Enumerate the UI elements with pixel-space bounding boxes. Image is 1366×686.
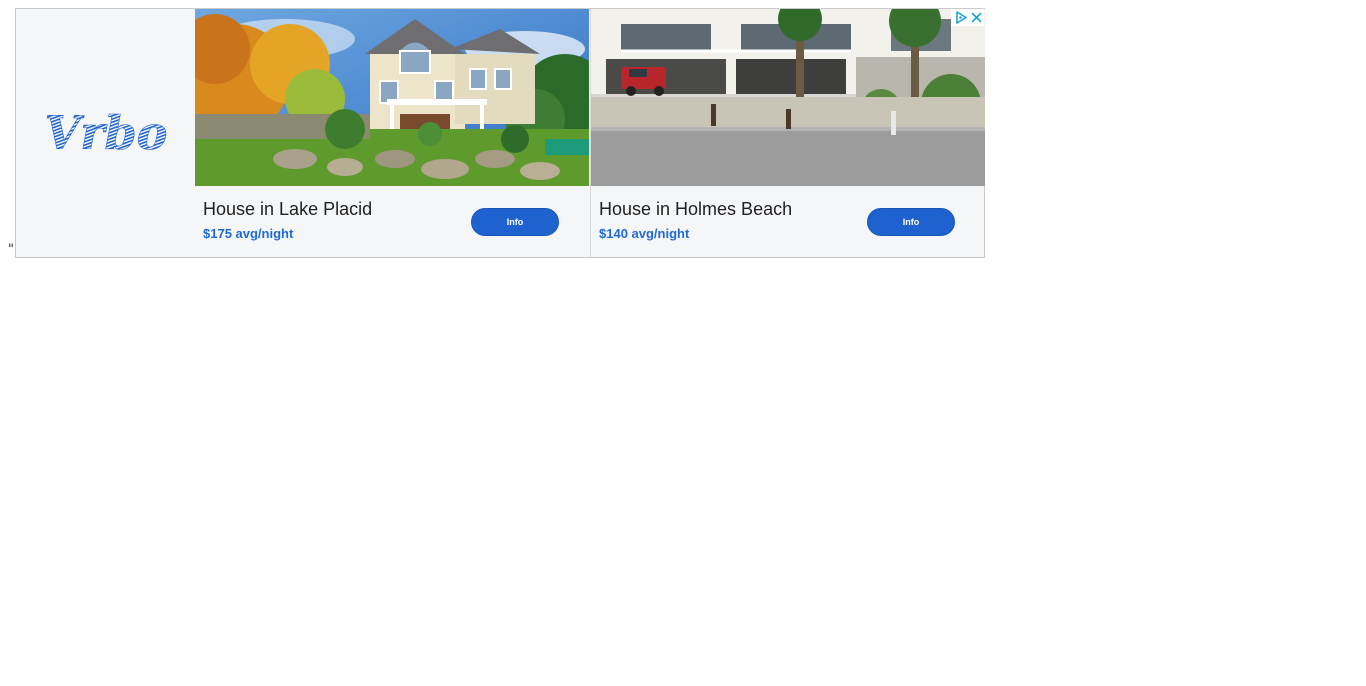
- vrbo-ad-banner[interactable]: Vrbo House in Lake Placid $175 avg/night…: [15, 8, 985, 258]
- listing-card-holmes-beach[interactable]: House in Holmes Beach $140 avg/night Inf…: [590, 9, 985, 257]
- listing-title[interactable]: House in Lake Placid: [203, 199, 372, 220]
- vrbo-logo[interactable]: Vrbo: [41, 109, 171, 157]
- listing-price: $175 avg/night: [203, 226, 294, 241]
- listing-photo-lake-placid[interactable]: [195, 9, 589, 186]
- svg-text:Vrbo: Vrbo: [44, 109, 167, 157]
- listing-title[interactable]: House in Holmes Beach: [599, 199, 792, 220]
- brand-panel[interactable]: Vrbo: [16, 9, 195, 257]
- adchoices-icon[interactable]: [954, 10, 969, 25]
- adchoices-badge[interactable]: [951, 9, 984, 26]
- listing-card-lake-placid[interactable]: House in Lake Placid $175 avg/night Info: [195, 9, 589, 257]
- listing-price: $140 avg/night: [599, 226, 690, 241]
- listing-photo-holmes-beach[interactable]: [591, 9, 985, 186]
- stray-quote-text: ": [8, 242, 14, 257]
- close-icon[interactable]: [969, 10, 984, 25]
- info-button[interactable]: Info: [471, 208, 559, 236]
- info-button[interactable]: Info: [867, 208, 955, 236]
